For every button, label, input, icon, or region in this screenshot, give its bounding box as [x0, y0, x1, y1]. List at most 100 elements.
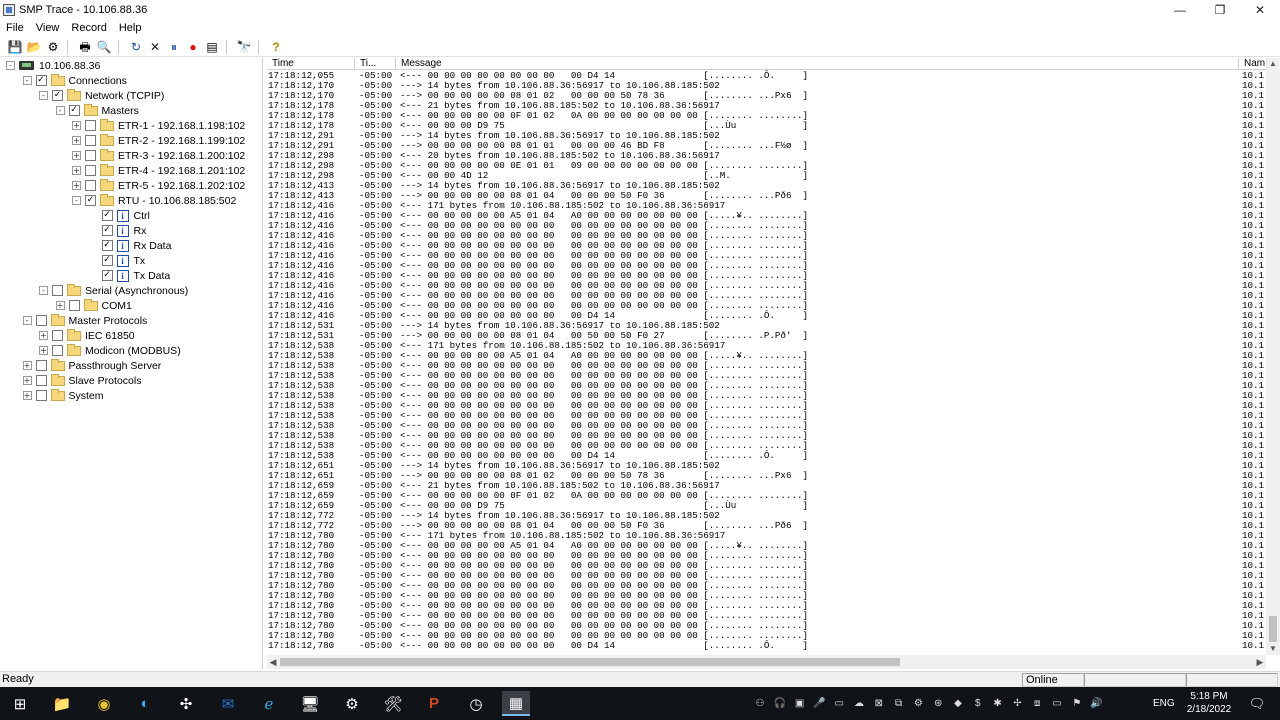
clear-icon[interactable]: ✕	[146, 38, 164, 55]
tree-checkbox[interactable]	[85, 150, 96, 161]
view-list-icon[interactable]: ▤	[203, 38, 221, 55]
collapse-icon[interactable]: -	[39, 91, 48, 100]
tree-checkbox[interactable]	[35, 390, 47, 401]
tray-icon[interactable]: ✱	[991, 696, 1005, 710]
tray-icon[interactable]: ☁	[852, 696, 866, 710]
tree-checkbox[interactable]: ✓	[101, 210, 113, 221]
expand-icon[interactable]: +	[39, 346, 48, 355]
tray-icon[interactable]: ⚑	[1070, 696, 1084, 710]
taskbar-clock[interactable]: 5:18 PM 2/18/2022	[1183, 690, 1235, 716]
tree-checkbox[interactable]	[35, 315, 47, 326]
tree-node[interactable]: + ETR-1 - 192.168.1.198:102	[72, 118, 245, 133]
config-tool-icon[interactable]: 🛠	[379, 691, 407, 716]
tree-node[interactable]: ✓ i Ctrl	[89, 208, 150, 223]
tree-node[interactable]: ✓ i Rx	[89, 223, 146, 238]
tree-node[interactable]: + ETR-3 - 192.168.1.200:102	[72, 148, 245, 163]
tree-node[interactable]: - ✓ Network (TCPIP)	[39, 88, 164, 103]
print-preview-icon[interactable]: 🔍	[95, 38, 113, 55]
tree-node[interactable]: - ✓ Connections	[22, 73, 127, 88]
vertical-scrollbar[interactable]: ▲ ▼	[1266, 58, 1280, 655]
tree-node[interactable]: + Passthrough Server	[22, 358, 161, 373]
tree-node[interactable]: ✓ i Tx Data	[89, 268, 170, 283]
close-button[interactable]: ✕	[1240, 0, 1280, 19]
scroll-up-icon[interactable]: ▲	[1266, 58, 1280, 70]
tree-checkbox[interactable]	[85, 165, 96, 176]
scroll-right-icon[interactable]: ▶	[1254, 655, 1266, 669]
tree-checkbox[interactable]: ✓	[101, 255, 113, 266]
tree-node[interactable]: + System	[22, 388, 104, 403]
tray-icon[interactable]: ▭	[1050, 696, 1064, 710]
tree-checkbox[interactable]	[35, 375, 47, 386]
collapse-icon[interactable]: -	[55, 106, 65, 115]
tray-icon[interactable]: ⧈	[1030, 696, 1044, 710]
tree-node[interactable]: - ✓ RTU - 10.106.88.185:502	[72, 193, 236, 208]
collapse-icon[interactable]: -	[22, 76, 32, 85]
tree-checkbox[interactable]	[52, 345, 63, 356]
record-icon[interactable]: ●	[184, 38, 202, 55]
tray-icon[interactable]: 🎤	[812, 696, 826, 710]
start-icon[interactable]: ⊞	[6, 691, 34, 716]
chrome-icon[interactable]: ◉	[90, 691, 118, 716]
tree-checkbox[interactable]: ✓	[35, 75, 47, 86]
smp-trace-taskbar-icon[interactable]: ▦	[502, 691, 530, 716]
horizontal-scroll-thumb[interactable]	[280, 658, 900, 666]
tree-checkbox[interactable]: ✓	[101, 270, 113, 281]
collapse-icon[interactable]: -	[39, 286, 48, 295]
tree-node[interactable]: + Modicon (MODBUS)	[39, 343, 181, 358]
maximize-button[interactable]: ❐	[1200, 0, 1240, 19]
file-explorer-icon[interactable]: 📁	[48, 691, 76, 716]
menu-record[interactable]: Record	[65, 22, 112, 34]
tree-node[interactable]: + ETR-5 - 192.168.1.202:102	[72, 178, 245, 193]
settings-disabled-icon[interactable]: ⚙	[44, 38, 62, 55]
tree-node[interactable]: ✓ i Rx Data	[89, 238, 171, 253]
language-indicator[interactable]: ENG	[1153, 698, 1175, 709]
menu-help[interactable]: Help	[113, 22, 148, 34]
find-icon[interactable]: 🔭	[235, 38, 253, 55]
tray-icon[interactable]: ⊛	[931, 696, 945, 710]
tray-icon[interactable]: ▣	[793, 696, 807, 710]
tray-icon[interactable]: 🔊	[1090, 696, 1104, 710]
expand-icon[interactable]: +	[72, 136, 81, 145]
scroll-down-icon[interactable]: ▼	[1266, 643, 1280, 655]
tree-checkbox[interactable]	[68, 300, 80, 311]
tree-checkbox[interactable]	[52, 285, 63, 296]
tree-node[interactable]: + ETR-4 - 192.168.1.201:102	[72, 163, 245, 178]
vertical-scroll-thumb[interactable]	[1269, 616, 1277, 642]
minimize-button[interactable]: —	[1160, 0, 1200, 19]
scroll-left-icon[interactable]: ◀	[267, 655, 279, 669]
app-icon-gear-blue[interactable]: ✣	[172, 691, 200, 716]
tree-checkbox[interactable]	[85, 180, 96, 191]
tray-icon[interactable]: $	[971, 696, 985, 710]
tray-icon[interactable]: ⊠	[872, 696, 886, 710]
menu-view[interactable]: View	[30, 22, 66, 34]
column-header-timezone[interactable]: Ti...	[355, 58, 396, 70]
clock-app-icon[interactable]: ◷	[462, 691, 490, 716]
expand-icon[interactable]: +	[55, 301, 65, 310]
tree-checkbox[interactable]: ✓	[68, 105, 80, 116]
tray-icon[interactable]: ◆	[951, 696, 965, 710]
expand-icon[interactable]: +	[72, 166, 81, 175]
tree-node[interactable]: - Master Protocols	[22, 313, 147, 328]
tree-checkbox[interactable]: ✓	[85, 195, 96, 206]
horizontal-scrollbar[interactable]: ◀ ▶	[267, 655, 1266, 669]
collapse-icon[interactable]: -	[6, 61, 15, 70]
internet-explorer-icon[interactable]: ℯ	[255, 691, 283, 716]
tree-node[interactable]: + Slave Protocols	[22, 373, 141, 388]
expand-icon[interactable]: +	[22, 376, 32, 385]
pause-icon[interactable]: ⏸	[165, 38, 183, 55]
tree-checkbox[interactable]	[85, 120, 96, 131]
open-icon[interactable]: 📂	[25, 38, 43, 55]
expand-icon[interactable]: +	[39, 331, 48, 340]
column-header-time[interactable]: Time	[267, 58, 355, 70]
tree-node[interactable]: - Serial (Asynchronous)	[39, 283, 188, 298]
tray-icon[interactable]: ▭	[832, 696, 846, 710]
column-header-message[interactable]: Message	[396, 58, 1239, 70]
tree-node[interactable]: - ✓ Masters	[55, 103, 139, 118]
remote-desktop-icon[interactable]: 🖥	[296, 691, 324, 716]
trace-row[interactable]: 17:18:12,780 -05:00 <--- 00 00 00 00 00 00…	[267, 641, 1280, 651]
tray-icon[interactable]: 🎧	[773, 696, 787, 710]
tree-checkbox[interactable]	[35, 360, 47, 371]
powerpoint-icon[interactable]: P	[420, 691, 448, 716]
print-icon[interactable]: 🖶	[76, 38, 94, 55]
tree-node[interactable]: + ETR-2 - 192.168.1.199:102	[72, 133, 245, 148]
